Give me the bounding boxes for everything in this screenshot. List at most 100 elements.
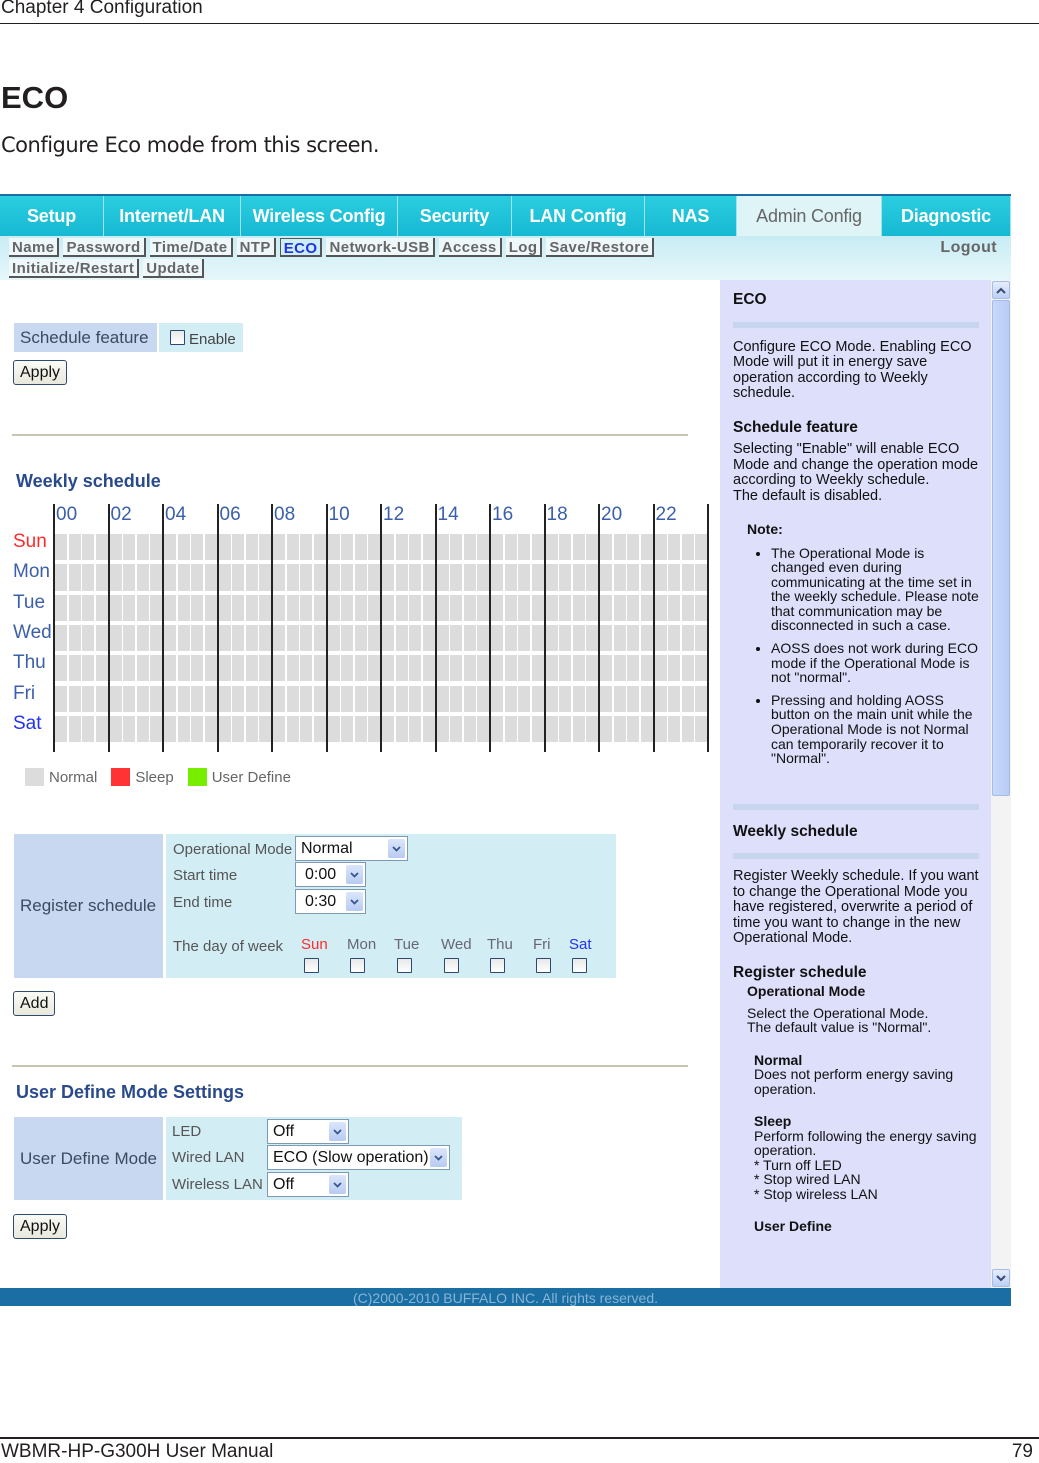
schedule-slot[interactable] <box>477 624 490 652</box>
schedule-slot[interactable] <box>259 685 272 712</box>
schedule-slot[interactable] <box>681 715 694 743</box>
schedule-slot[interactable] <box>572 594 585 621</box>
schedule-slot[interactable] <box>436 534 449 561</box>
schedule-slot[interactable] <box>354 685 367 712</box>
op-mode-select[interactable]: Normal <box>295 836 408 861</box>
schedule-slot[interactable] <box>463 624 476 652</box>
schedule-slot[interactable] <box>382 564 395 591</box>
schedule-slot[interactable] <box>450 624 463 652</box>
schedule-slot[interactable] <box>491 534 504 561</box>
schedule-slot[interactable] <box>218 655 231 682</box>
schedule-slot[interactable] <box>245 715 258 743</box>
schedule-slot[interactable] <box>436 715 449 743</box>
schedule-slot[interactable] <box>695 564 708 591</box>
schedule-slot[interactable] <box>681 534 694 561</box>
schedule-slot[interactable] <box>450 685 463 712</box>
schedule-slot[interactable] <box>95 594 108 621</box>
schedule-slot[interactable] <box>273 685 286 712</box>
schedule-slot[interactable] <box>613 655 626 682</box>
schedule-slot[interactable] <box>531 655 544 682</box>
schedule-slot[interactable] <box>600 594 613 621</box>
schedule-slot[interactable] <box>273 624 286 652</box>
schedule-slot[interactable] <box>382 715 395 743</box>
schedule-slot[interactable] <box>559 534 572 561</box>
dow-checkbox-thu[interactable] <box>490 958 505 973</box>
schedule-slot[interactable] <box>422 655 435 682</box>
schedule-slot[interactable] <box>463 534 476 561</box>
schedule-slot[interactable] <box>695 655 708 682</box>
schedule-slot[interactable] <box>572 655 585 682</box>
tab-setup[interactable]: Setup <box>0 196 104 236</box>
schedule-slot[interactable] <box>68 655 81 682</box>
schedule-slot[interactable] <box>491 564 504 591</box>
tab-lan-config[interactable]: LAN Config <box>512 196 645 236</box>
schedule-slot[interactable] <box>600 534 613 561</box>
schedule-slot[interactable] <box>654 624 667 652</box>
schedule-slot[interactable] <box>354 594 367 621</box>
schedule-slot[interactable] <box>668 685 681 712</box>
schedule-slot[interactable] <box>218 624 231 652</box>
schedule-slot[interactable] <box>95 534 108 561</box>
schedule-slot[interactable] <box>586 685 599 712</box>
schedule-slot[interactable] <box>586 594 599 621</box>
schedule-slot[interactable] <box>273 715 286 743</box>
schedule-slot[interactable] <box>123 715 136 743</box>
schedule-slot[interactable] <box>572 534 585 561</box>
schedule-slot[interactable] <box>422 624 435 652</box>
subnav-save-restore[interactable]: Save/Restore <box>546 238 655 257</box>
schedule-slot[interactable] <box>150 594 163 621</box>
schedule-slot[interactable] <box>668 594 681 621</box>
schedule-slot[interactable] <box>123 594 136 621</box>
schedule-slot[interactable] <box>640 715 653 743</box>
schedule-slot[interactable] <box>627 534 640 561</box>
scroll-down-button[interactable] <box>992 1269 1010 1287</box>
schedule-slot[interactable] <box>259 594 272 621</box>
schedule-slot[interactable] <box>109 715 122 743</box>
schedule-slot[interactable] <box>531 685 544 712</box>
schedule-slot[interactable] <box>477 534 490 561</box>
schedule-slot[interactable] <box>382 655 395 682</box>
schedule-slot[interactable] <box>409 624 422 652</box>
tab-wireless-config[interactable]: Wireless Config <box>241 196 398 236</box>
schedule-slot[interactable] <box>395 715 408 743</box>
schedule-slot[interactable] <box>300 624 313 652</box>
schedule-slot[interactable] <box>491 685 504 712</box>
schedule-slot[interactable] <box>354 564 367 591</box>
schedule-slot[interactable] <box>136 534 149 561</box>
schedule-slot[interactable] <box>245 624 258 652</box>
schedule-slot[interactable] <box>191 715 204 743</box>
schedule-slot[interactable] <box>450 655 463 682</box>
schedule-slot[interactable] <box>327 564 340 591</box>
schedule-slot[interactable] <box>368 624 381 652</box>
schedule-slot[interactable] <box>286 594 299 621</box>
subnav-password[interactable]: Password <box>63 238 146 257</box>
schedule-slot[interactable] <box>68 564 81 591</box>
schedule-slot[interactable] <box>504 715 517 743</box>
schedule-slot[interactable] <box>518 594 531 621</box>
schedule-slot[interactable] <box>395 624 408 652</box>
schedule-slot[interactable] <box>55 594 68 621</box>
schedule-slot[interactable] <box>463 564 476 591</box>
schedule-slot[interactable] <box>177 655 190 682</box>
schedule-slot[interactable] <box>286 685 299 712</box>
schedule-slot[interactable] <box>559 655 572 682</box>
schedule-slot[interactable] <box>545 564 558 591</box>
schedule-slot[interactable] <box>191 564 204 591</box>
dow-checkbox-tue[interactable] <box>397 958 412 973</box>
schedule-slot[interactable] <box>232 624 245 652</box>
schedule-slot[interactable] <box>600 564 613 591</box>
schedule-slot[interactable] <box>409 655 422 682</box>
schedule-slot[interactable] <box>695 685 708 712</box>
schedule-slot[interactable] <box>55 655 68 682</box>
schedule-slot[interactable] <box>55 685 68 712</box>
schedule-slot[interactable] <box>286 564 299 591</box>
schedule-slot[interactable] <box>559 594 572 621</box>
schedule-slot[interactable] <box>681 685 694 712</box>
schedule-slot[interactable] <box>504 534 517 561</box>
schedule-slot[interactable] <box>422 715 435 743</box>
schedule-slot[interactable] <box>218 564 231 591</box>
schedule-slot[interactable] <box>586 715 599 743</box>
schedule-slot[interactable] <box>259 624 272 652</box>
schedule-slot[interactable] <box>313 624 326 652</box>
schedule-slot[interactable] <box>382 685 395 712</box>
